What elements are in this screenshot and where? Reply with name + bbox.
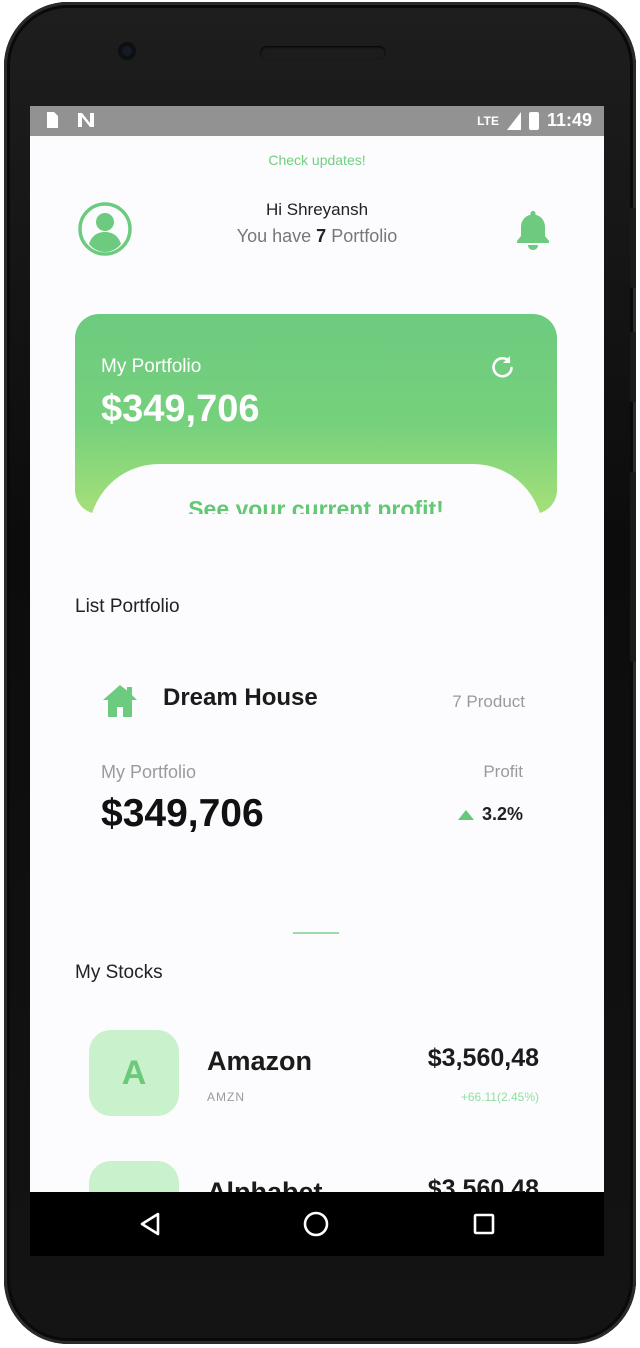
- greeting-name: Hi Shreyansh: [265, 200, 369, 219]
- greeting: Hi Shreyansh You have 7 Portfolio: [170, 200, 464, 247]
- carousel-indicator: [293, 932, 339, 934]
- portfolio-list-item[interactable]: Dream House 7 Product My Portfolio $349,…: [75, 642, 557, 872]
- portfolio-suffix: Portfolio: [331, 226, 398, 246]
- app-screen: LTE 11:49 Check updates! Hi Shreyansh Yo…: [30, 106, 604, 1192]
- portfolio-value-label: My Portfolio: [101, 762, 197, 782]
- portfolio-product-count: 7 Product: [452, 692, 525, 711]
- stock-name: Amazon: [207, 1046, 313, 1076]
- n-icon: [78, 113, 95, 127]
- my-stocks-title: My Stocks: [75, 962, 163, 983]
- portfolio-value: $349,706: [101, 792, 264, 835]
- stock-row[interactable]: A Amazon AMZN $3,560,48 +66.11(2.45%): [75, 1030, 557, 1140]
- portfolio-count: 7: [316, 226, 327, 246]
- front-camera: [118, 42, 136, 60]
- sim-card-icon: [47, 112, 58, 128]
- bell-icon[interactable]: [514, 208, 552, 252]
- stock-change: +66.11(2.45%): [460, 1090, 539, 1104]
- status-right: LTE 11:49: [477, 110, 592, 131]
- refresh-icon[interactable]: [489, 354, 515, 380]
- stock-name: Alphabet: [207, 1177, 323, 1192]
- portfolio-summary: You have 7 Portfolio: [170, 226, 464, 247]
- portfolio-card-label: My Portfolio: [101, 356, 202, 377]
- status-time: 11:49: [546, 110, 592, 130]
- profit-label: Profit: [483, 762, 523, 781]
- back-button[interactable]: [134, 1208, 166, 1240]
- portfolio-prefix: You have: [236, 226, 312, 246]
- recents-icon: [473, 1213, 495, 1235]
- volume-button: [630, 208, 636, 288]
- earpiece-speaker: [260, 46, 386, 60]
- profit-value: 3.2%: [457, 804, 523, 825]
- volume-button: [630, 332, 636, 402]
- portfolio-card-value: $349,706: [101, 388, 260, 430]
- battery-icon: [528, 111, 539, 130]
- network-label: LTE: [477, 113, 499, 128]
- status-left-icons: [44, 111, 96, 129]
- status-bar: LTE 11:49: [30, 106, 604, 136]
- stock-logo: A: [89, 1030, 179, 1116]
- house-icon: [103, 685, 137, 717]
- portfolio-card[interactable]: My Portfolio $349,706 See your current p…: [75, 314, 557, 514]
- back-icon: [140, 1212, 160, 1236]
- list-portfolio-title: List Portfolio: [75, 596, 180, 617]
- stock-price: $3,560,48: [427, 1044, 539, 1072]
- android-nav-bar: [30, 1192, 604, 1256]
- see-profit-button[interactable]: See your current profit!: [75, 496, 557, 514]
- check-updates-link[interactable]: Check updates!: [30, 152, 604, 168]
- stock-ticker: AMZN: [207, 1090, 245, 1104]
- home-icon: [303, 1211, 329, 1237]
- home-button[interactable]: [300, 1208, 332, 1240]
- recents-button[interactable]: [468, 1208, 500, 1240]
- profit-percent: 3.2%: [481, 804, 523, 824]
- power-button: [630, 472, 636, 662]
- stock-price: $3,560,48: [427, 1175, 539, 1192]
- profile-avatar-icon[interactable]: [78, 202, 132, 256]
- portfolio-name: Dream House: [163, 684, 318, 711]
- arrow-up-icon: [457, 809, 474, 820]
- stock-logo: [89, 1161, 179, 1192]
- stock-row[interactable]: Alphabet $3,560,48: [75, 1161, 557, 1192]
- signal-icon: [506, 111, 521, 130]
